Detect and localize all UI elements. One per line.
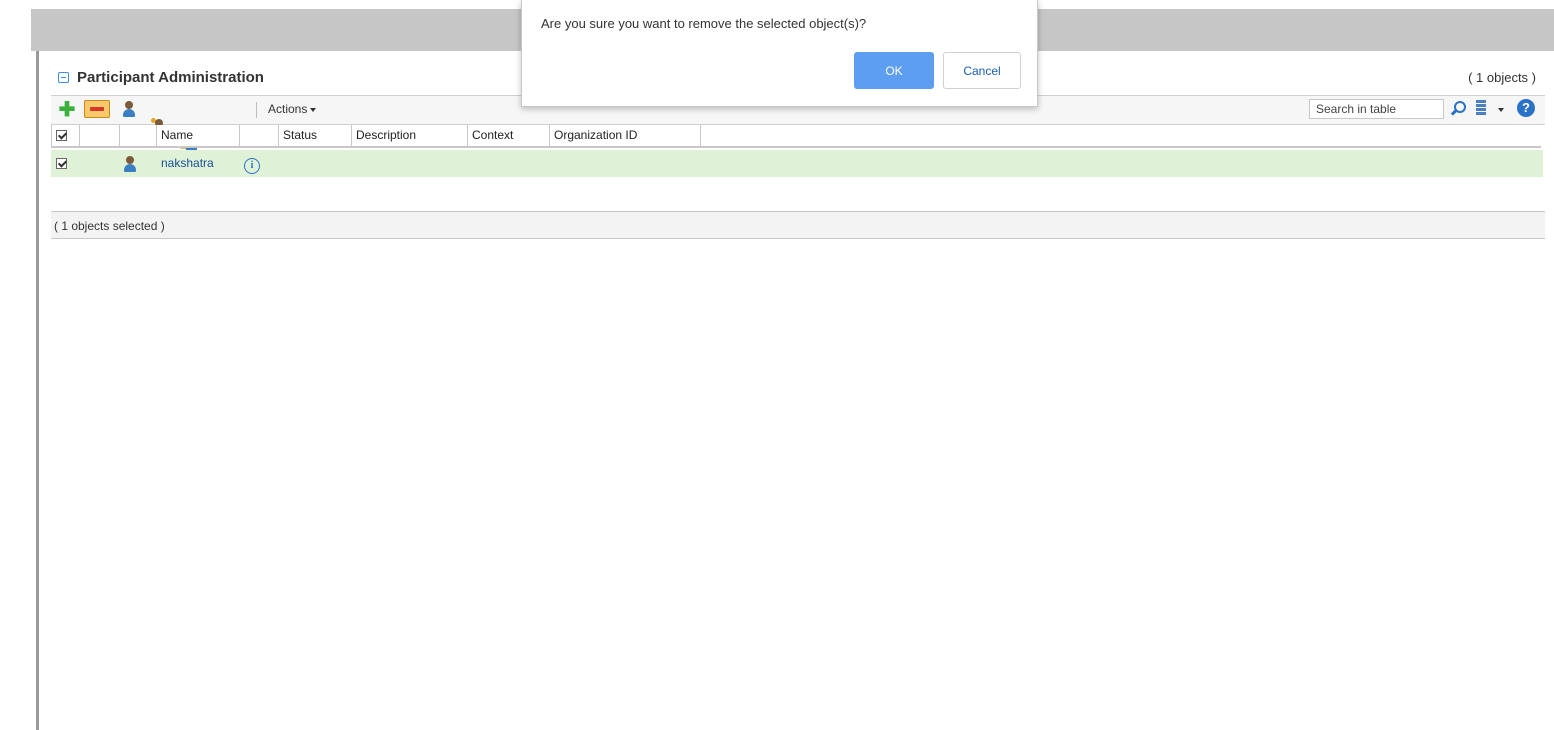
panel-header: Participant Administration <box>58 66 264 88</box>
collapse-icon[interactable] <box>58 71 69 83</box>
table-header: Name Status Description Context Organiza… <box>51 125 1541 148</box>
column-description[interactable]: Description <box>352 125 468 146</box>
column-icon <box>120 125 157 146</box>
panel-title: Participant Administration <box>77 68 264 86</box>
column-context[interactable]: Context <box>468 125 550 146</box>
select-all-checkbox[interactable] <box>56 130 67 142</box>
info-icon[interactable]: i <box>244 156 260 174</box>
column-info <box>240 125 279 146</box>
dialog-message: Are you sure you want to remove the sele… <box>541 16 867 31</box>
column-name[interactable]: Name <box>157 125 240 146</box>
help-icon[interactable]: ? <box>1517 99 1535 117</box>
remove-icon[interactable] <box>84 100 110 118</box>
row-checkbox-cell <box>56 150 67 177</box>
columns-icon[interactable] <box>1476 100 1486 117</box>
object-count: ( 1 objects ) <box>1468 70 1536 85</box>
left-border <box>36 51 39 730</box>
participant-name[interactable]: nakshatra <box>161 150 214 177</box>
selection-footer: ( 1 objects selected ) <box>51 211 1545 239</box>
row-checkbox[interactable] <box>56 158 67 170</box>
search-input[interactable] <box>1309 99 1444 119</box>
user-icon[interactable] <box>121 100 137 118</box>
search-icon[interactable] <box>1449 100 1467 118</box>
chevron-down-icon <box>310 107 317 112</box>
table-row[interactable]: nakshatra i <box>51 150 1543 177</box>
chevron-down-icon[interactable] <box>1498 108 1504 112</box>
cancel-button[interactable]: Cancel <box>943 52 1021 89</box>
add-icon[interactable]: ✚ <box>58 100 76 120</box>
ok-button[interactable]: OK <box>854 52 934 89</box>
select-all-cell <box>52 125 80 146</box>
confirm-dialog: Are you sure you want to remove the sele… <box>521 0 1038 107</box>
column-spacer <box>80 125 120 146</box>
actions-label: Actions <box>268 102 308 116</box>
column-status[interactable]: Status <box>279 125 352 146</box>
actions-menu[interactable]: Actions <box>268 102 317 116</box>
toolbar-separator <box>256 102 257 118</box>
column-organization-id[interactable]: Organization ID <box>550 125 701 146</box>
user-icon <box>122 155 138 173</box>
